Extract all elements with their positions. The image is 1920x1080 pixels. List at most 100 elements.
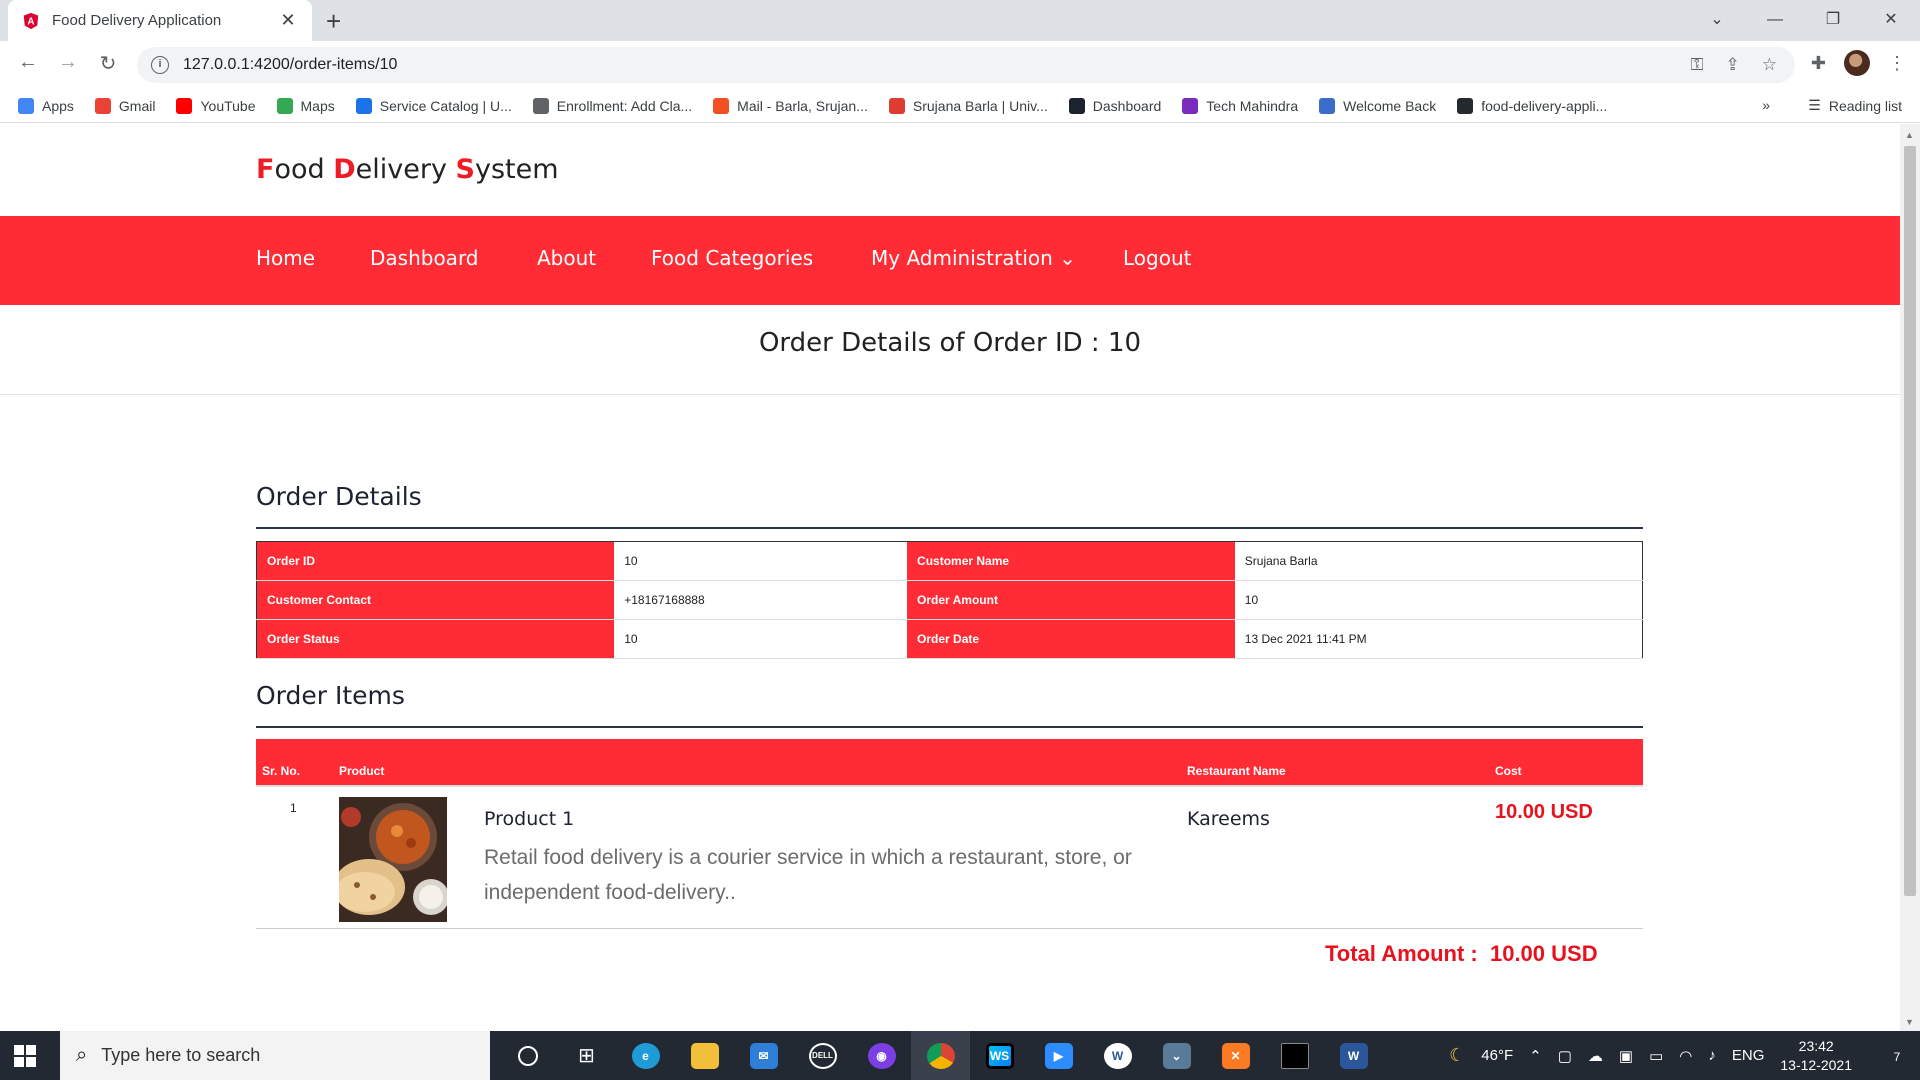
nav-food-categories[interactable]: Food Categories xyxy=(651,246,813,270)
webstorm-icon[interactable]: WS xyxy=(970,1031,1029,1080)
scrollbar-thumb[interactable] xyxy=(1904,146,1916,896)
url-text: 127.0.0.1:4200/order-items/10 xyxy=(183,56,398,73)
app-w-icon[interactable]: W xyxy=(1088,1031,1147,1080)
clock[interactable]: 23:42 13-12-2021 xyxy=(1780,1037,1852,1075)
bookmark-item[interactable]: Dashboard xyxy=(1068,97,1162,114)
bookmark-item[interactable]: food-delivery-appli... xyxy=(1457,97,1607,114)
notifications-icon[interactable]: 7 xyxy=(1874,1045,1920,1066)
bookmark-label: Dashboard xyxy=(1092,97,1162,114)
site-info-icon[interactable]: i xyxy=(151,56,169,74)
word-icon[interactable]: W xyxy=(1324,1031,1383,1080)
product-description: Retail food delivery is a courier servic… xyxy=(484,846,1132,904)
bookmark-icon xyxy=(1457,97,1474,114)
bookmark-item[interactable]: Maps xyxy=(276,97,335,114)
detail-label: Order Amount xyxy=(907,580,1235,620)
forward-arrow-icon[interactable]: → xyxy=(54,51,82,74)
main-nav: Home Dashboard About Food Categories My … xyxy=(0,216,1900,305)
item-sr-number: 1 xyxy=(290,801,297,815)
cortana-icon[interactable] xyxy=(498,1031,557,1080)
detail-label: Customer Contact xyxy=(256,580,615,620)
clock-time: 23:42 xyxy=(1798,1037,1834,1054)
back-arrow-icon[interactable]: ← xyxy=(14,51,42,74)
nav-my-administration[interactable]: My Administration ⌄ xyxy=(871,246,1076,270)
bookmark-item[interactable]: Mail - Barla, Srujan... xyxy=(713,97,868,114)
file-explorer-icon[interactable] xyxy=(675,1031,734,1080)
nav-logout[interactable]: Logout xyxy=(1123,246,1191,270)
chrome-icon[interactable] xyxy=(911,1031,970,1080)
chrome-menu-icon[interactable]: ⋮ xyxy=(1888,53,1906,74)
nav-home[interactable]: Home xyxy=(256,246,315,270)
bookmark-icon xyxy=(1319,97,1336,114)
downloads-icon[interactable]: ⌄ xyxy=(1147,1031,1206,1080)
page-scrollbar[interactable]: ▲ ▼ xyxy=(1900,124,1920,1031)
bookmark-item[interactable]: Apps xyxy=(18,97,74,114)
share-icon[interactable]: ⇪ xyxy=(1726,55,1740,75)
browser-tab[interactable]: A Food Delivery Application ✕ xyxy=(8,0,312,41)
divider xyxy=(0,394,1900,395)
zoom-icon[interactable]: ▶ xyxy=(1029,1031,1088,1080)
bookmark-item[interactable]: Tech Mahindra xyxy=(1182,97,1298,114)
minimize-icon[interactable]: — xyxy=(1746,0,1804,41)
language-indicator[interactable]: ENG xyxy=(1732,1047,1765,1064)
profile-avatar[interactable] xyxy=(1844,50,1870,76)
task-view-icon[interactable]: ⊞ xyxy=(557,1031,616,1080)
bookmark-item[interactable]: Service Catalog | U... xyxy=(355,97,512,114)
battery-icon[interactable]: ▭ xyxy=(1649,1047,1663,1065)
address-bar[interactable]: i 127.0.0.1:4200/order-items/10 ⚿ ⇪ ☆ xyxy=(137,47,1795,83)
bookmarks-overflow-icon[interactable]: » xyxy=(1762,97,1770,113)
browser-toolbar: ← → ↻ i 127.0.0.1:4200/order-items/10 ⚿ … xyxy=(0,41,1920,89)
github-desktop-icon[interactable]: ◉ xyxy=(852,1031,911,1080)
scroll-up-icon[interactable]: ▲ xyxy=(1905,130,1914,140)
tray-overflow-icon[interactable]: ⌃ xyxy=(1529,1047,1542,1065)
edge-icon[interactable]: e xyxy=(616,1031,675,1080)
tab-search-icon[interactable]: ⌄ xyxy=(1688,0,1746,41)
reload-icon[interactable]: ↻ xyxy=(94,51,122,76)
nav-about[interactable]: About xyxy=(537,246,596,270)
bookmark-icon xyxy=(176,97,193,114)
bookmark-label: Enrollment: Add Cla... xyxy=(556,97,693,114)
bookmark-label: Apps xyxy=(42,97,74,114)
close-window-icon[interactable]: ✕ xyxy=(1862,0,1920,41)
column-header-sr: Sr. No. xyxy=(262,764,301,778)
extensions-icon[interactable]: ✚ xyxy=(1811,53,1826,74)
meet-now-icon[interactable]: ▢ xyxy=(1558,1047,1572,1065)
order-details-table: Order ID 10 Customer Name Srujana Barla Cust… xyxy=(256,541,1643,659)
reading-list-button[interactable]: ☰ Reading list xyxy=(1808,97,1902,114)
windows-start-icon[interactable] xyxy=(14,1045,36,1067)
taskbar-search[interactable]: ⌕ Type here to search xyxy=(60,1031,490,1080)
xampp-icon[interactable]: ✕ xyxy=(1206,1031,1265,1080)
column-header-cost: Cost xyxy=(1495,764,1522,778)
weather-icon[interactable]: ☾ xyxy=(1449,1045,1465,1066)
dell-icon[interactable]: DELL xyxy=(793,1031,852,1080)
bookmark-item[interactable]: Enrollment: Add Cla... xyxy=(532,97,693,114)
new-tab-button[interactable]: + xyxy=(326,6,341,37)
site-brand[interactable]: Food Delivery System xyxy=(256,154,559,185)
scroll-down-icon[interactable]: ▼ xyxy=(1905,1017,1914,1027)
maximize-icon[interactable]: ❐ xyxy=(1804,0,1862,41)
mail-icon[interactable]: ✉ xyxy=(734,1031,793,1080)
nav-dashboard[interactable]: Dashboard xyxy=(370,246,479,270)
bookmark-icon xyxy=(18,97,34,114)
bookmark-item[interactable]: YouTube xyxy=(176,97,256,114)
detail-label: Order ID xyxy=(256,541,615,581)
bookmark-label: Maps xyxy=(300,97,335,114)
bookmark-item[interactable]: Gmail xyxy=(94,97,156,114)
bookmark-item[interactable]: Welcome Back xyxy=(1319,97,1436,114)
product-name: Product 1 xyxy=(484,808,575,830)
weather-temp[interactable]: 46°F xyxy=(1481,1047,1513,1064)
terminal-icon[interactable] xyxy=(1265,1031,1324,1080)
onedrive-icon[interactable]: ☁ xyxy=(1588,1047,1603,1065)
bookmark-star-icon[interactable]: ☆ xyxy=(1762,55,1777,75)
bookmark-label: Gmail xyxy=(118,97,156,114)
bookmark-icon xyxy=(532,97,549,114)
bookmark-label: Service Catalog | U... xyxy=(379,97,512,114)
page-title: Order Details of Order ID : 10 xyxy=(758,328,1142,358)
password-key-icon[interactable]: ⚿ xyxy=(1691,55,1704,75)
close-tab-icon[interactable]: ✕ xyxy=(278,10,298,31)
windows-taskbar: ⌕ Type here to search ⊞ e ✉ DELL ◉ WS ▶ … xyxy=(0,1031,1920,1080)
bookmark-item[interactable]: Srujana Barla | Univ... xyxy=(888,97,1048,114)
detail-value: +18167168888 xyxy=(614,580,908,620)
display-icon[interactable]: ▣ xyxy=(1619,1047,1633,1065)
volume-icon[interactable]: ♪ xyxy=(1708,1047,1716,1064)
wifi-icon[interactable]: ◠ xyxy=(1679,1047,1692,1065)
